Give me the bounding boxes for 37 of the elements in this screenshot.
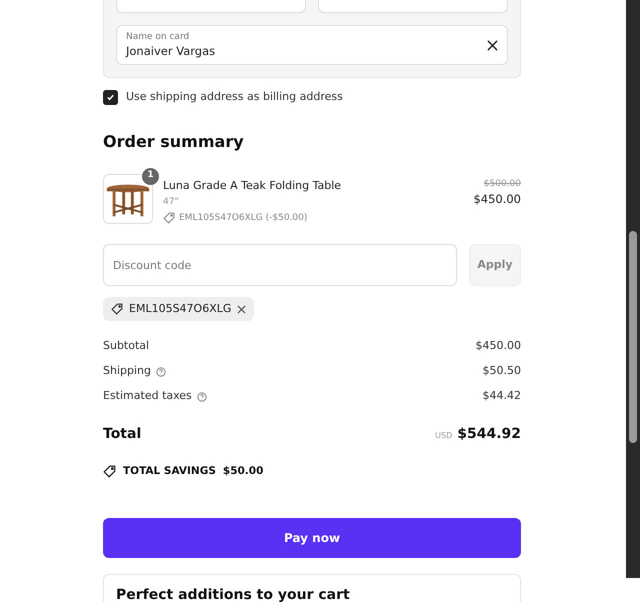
field-label: Name on card [126, 32, 190, 42]
tag-icon [163, 212, 175, 224]
total-value: $544.92 [457, 425, 521, 444]
section-title: Order summary [103, 130, 245, 152]
checkbox-label: Use shipping address as billing address [126, 89, 343, 105]
quantity-badge: 1 [142, 168, 159, 184]
check-icon [106, 92, 115, 102]
discount-code-field[interactable]: Discount code [103, 244, 457, 286]
total-label: Total [103, 425, 142, 444]
clear-icon[interactable] [487, 40, 498, 50]
summary-value: $44.42 [482, 388, 521, 404]
section-title: Perfect additions to your cart [116, 586, 351, 602]
chip-text: EML105S47O6XLG [129, 300, 232, 317]
summary-value: $50.50 [482, 363, 521, 380]
help-icon[interactable] [156, 366, 166, 376]
tag-icon [103, 465, 116, 478]
help-icon[interactable] [196, 392, 207, 402]
summary-value: $450.00 [476, 338, 521, 354]
product-name: Luna Grade A Teak Folding Table [163, 178, 342, 194]
savings-label: TOTAL SAVINGS [123, 464, 216, 479]
name-on-card-field[interactable]: Name on card Jonaiver Vargas [116, 25, 508, 65]
remove-icon[interactable] [237, 304, 246, 314]
savings-value: $50.00 [222, 464, 264, 479]
pay-now-button[interactable]: Pay now [103, 518, 521, 558]
product-price: $450.00 [473, 191, 521, 208]
original-price: $500.00 [484, 178, 521, 190]
summary-label: Shipping [103, 363, 151, 380]
summary-label: Estimated taxes [103, 388, 192, 404]
product-variant: 47" [163, 196, 180, 209]
checkbox[interactable] [103, 90, 118, 105]
field-value: Jonaiver Vargas [126, 46, 216, 58]
scrollbar-thumb[interactable] [629, 231, 637, 443]
currency-code: USD [435, 430, 452, 442]
tag-icon [111, 303, 123, 315]
scrollbar[interactable] [626, 0, 640, 578]
summary-label: Subtotal [103, 338, 150, 354]
discount-text: EML105S47O6XLG (-$50.00) [179, 212, 308, 224]
